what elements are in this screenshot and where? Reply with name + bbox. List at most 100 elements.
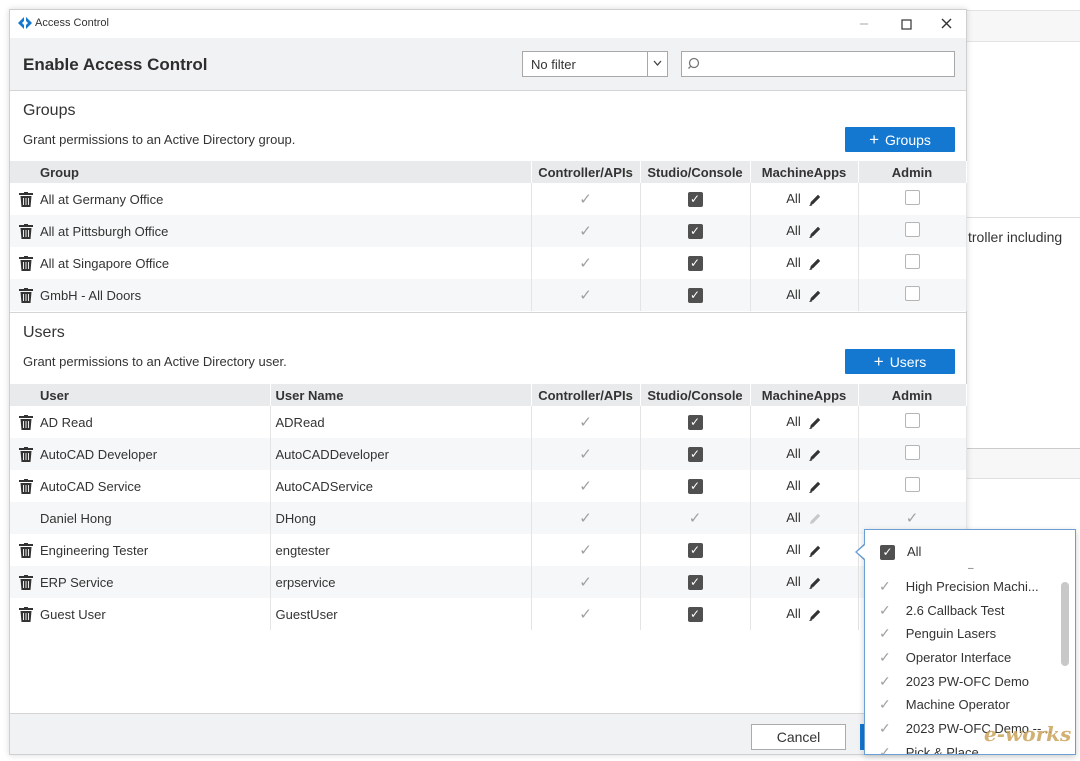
- list-item-label: Machine Operator: [905, 697, 1010, 713]
- machineapps-cell: All: [750, 534, 859, 566]
- add-users-button[interactable]: + Users: [845, 349, 955, 374]
- groups-header-row: Group Controller/APIs Studio/Console Mac…: [10, 161, 967, 183]
- list-item[interactable]: ✓ Operator Interface: [865, 646, 1061, 670]
- close-button[interactable]: [926, 12, 966, 36]
- column-header-machineapps[interactable]: MachineApps: [750, 161, 859, 183]
- pencil-icon[interactable]: [808, 576, 822, 590]
- admin-checkbox[interactable]: [904, 254, 920, 269]
- pencil-icon[interactable]: [808, 448, 822, 462]
- pencil-icon[interactable]: [808, 257, 822, 271]
- list-item[interactable]: ✓ 2023 PW-OFC Demo: [865, 670, 1061, 694]
- filter-dropdown[interactable]: No filter: [522, 51, 668, 77]
- check-icon: ✓: [688, 510, 702, 527]
- column-header-admin[interactable]: Admin: [858, 161, 967, 183]
- admin-checkbox[interactable]: [904, 286, 920, 301]
- pencil-icon[interactable]: [808, 289, 822, 303]
- machineapps-value: All: [786, 191, 801, 207]
- admin-checkbox[interactable]: [904, 190, 920, 205]
- maximize-button[interactable]: [886, 12, 926, 36]
- studio-checkbox-cell: ✓: [640, 598, 751, 630]
- trash-icon[interactable]: [19, 415, 33, 430]
- controller-check: ✓: [531, 215, 641, 247]
- popup-all-option[interactable]: ✓ All: [880, 544, 921, 561]
- studio-checkbox[interactable]: ✓: [687, 543, 703, 558]
- studio-checkbox[interactable]: ✓: [687, 192, 703, 207]
- minimize-button[interactable]: –: [844, 12, 884, 36]
- pencil-icon[interactable]: [808, 544, 822, 558]
- column-header-machineapps[interactable]: MachineApps: [750, 384, 859, 406]
- username-cell: DHong: [270, 502, 532, 534]
- studio-checkbox[interactable]: ✓: [687, 607, 703, 622]
- column-header-group[interactable]: Group: [10, 161, 532, 183]
- studio-checkbox[interactable]: ✓: [687, 224, 703, 239]
- controller-check: ✓: [531, 534, 641, 566]
- studio-checkbox[interactable]: ✓: [687, 288, 703, 303]
- machineapps-cell: All: [750, 438, 859, 470]
- users-header-row: User User Name Controller/APIs Studio/Co…: [10, 384, 967, 406]
- trash-icon[interactable]: [19, 192, 33, 207]
- title-bar: Access Control –: [10, 10, 966, 38]
- username-cell: AutoCADDeveloper: [270, 438, 532, 470]
- column-header-username[interactable]: User Name: [270, 384, 532, 406]
- add-groups-button[interactable]: + Groups: [845, 127, 955, 152]
- studio-checkbox[interactable]: ✓: [687, 415, 703, 430]
- trash-icon[interactable]: [19, 288, 33, 303]
- trash-icon[interactable]: [19, 607, 33, 622]
- machineapps-value: All: [786, 223, 801, 239]
- table-row: Daniel Hong DHong ✓ ✓ All ✓: [10, 502, 967, 534]
- column-header-studio[interactable]: Studio/Console: [640, 161, 751, 183]
- studio-checkbox[interactable]: ✓: [687, 575, 703, 590]
- trash-icon[interactable]: [19, 256, 33, 271]
- table-row: Guest User GuestUser ✓ ✓ All: [10, 598, 967, 630]
- pencil-icon[interactable]: [808, 480, 822, 494]
- trash-icon[interactable]: [19, 543, 33, 558]
- column-header-studio[interactable]: Studio/Console: [640, 384, 751, 406]
- admin-checkbox[interactable]: [904, 222, 920, 237]
- check-icon: ✓: [579, 223, 592, 240]
- column-header-user[interactable]: User: [10, 384, 271, 406]
- chevron-down-icon[interactable]: [647, 52, 667, 76]
- admin-checkbox[interactable]: [904, 413, 920, 428]
- admin-checkbox-cell: [858, 406, 967, 438]
- check-icon: ✓: [579, 446, 592, 463]
- list-item[interactable]: ✓ 2.6 Callback Test: [865, 599, 1061, 623]
- pencil-icon[interactable]: [808, 193, 822, 207]
- table-row: GmbH - All Doors ✓ ✓ All: [10, 279, 967, 311]
- groups-table: Group Controller/APIs Studio/Console Mac…: [10, 161, 967, 311]
- pencil-icon[interactable]: [808, 416, 822, 430]
- trash-icon[interactable]: [19, 447, 33, 462]
- list-item[interactable]: ✓ Machine Operator: [865, 693, 1061, 717]
- admin-checkbox[interactable]: [904, 477, 920, 492]
- column-header-controller[interactable]: Controller/APIs: [531, 161, 641, 183]
- column-header-admin[interactable]: Admin: [858, 384, 967, 406]
- list-item[interactable]: ✓ Penguin Lasers: [865, 622, 1061, 646]
- table-row: AutoCAD Developer AutoCADDeveloper ✓ ✓ A…: [10, 438, 967, 470]
- studio-checkbox[interactable]: ✓: [687, 447, 703, 462]
- studio-checkbox[interactable]: ✓: [687, 256, 703, 271]
- all-checkbox[interactable]: ✓: [880, 545, 895, 561]
- check-icon: ✓: [579, 255, 592, 272]
- cancel-button[interactable]: Cancel: [751, 724, 846, 750]
- trash-icon[interactable]: [19, 224, 33, 239]
- pencil-icon[interactable]: [808, 225, 822, 239]
- trash-icon[interactable]: [19, 479, 33, 494]
- check-icon: ✓: [879, 625, 891, 642]
- trash-icon[interactable]: [19, 575, 33, 590]
- studio-checkbox-cell: ✓: [640, 247, 751, 279]
- username-cell: ADRead: [270, 406, 532, 438]
- plus-icon: +: [869, 130, 879, 149]
- list-item[interactable]: ✓ High Precision Machi...: [865, 575, 1061, 599]
- admin-checkbox[interactable]: [904, 445, 920, 460]
- search-input[interactable]: [681, 51, 955, 77]
- pencil-icon[interactable]: [808, 608, 822, 622]
- user-name: AD Read: [40, 414, 93, 430]
- popup-scrollbar[interactable]: [1061, 582, 1069, 666]
- studio-checkbox[interactable]: ✓: [687, 479, 703, 494]
- controller-check: ✓: [531, 438, 641, 470]
- studio-checkbox-cell: ✓: [640, 438, 751, 470]
- access-control-dialog: Access Control – Enable Access Control N…: [9, 9, 967, 755]
- studio-checkbox-cell: ✓: [640, 215, 751, 247]
- check-icon: ✓: [579, 574, 592, 591]
- column-header-controller[interactable]: Controller/APIs: [531, 384, 641, 406]
- check-icon: ✓: [579, 191, 592, 208]
